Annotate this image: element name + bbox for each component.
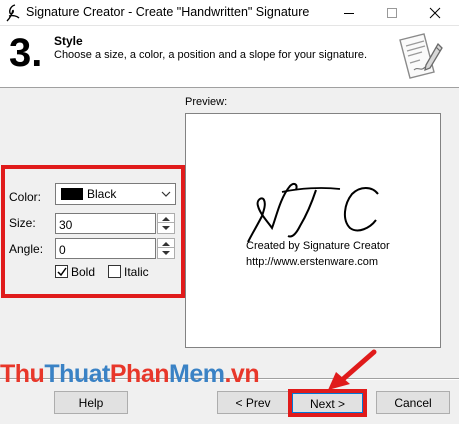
maximize-button[interactable] xyxy=(370,0,414,26)
credit-line-1: Created by Signature Creator xyxy=(246,240,390,252)
settings-highlight-box xyxy=(1,165,185,298)
close-icon xyxy=(429,7,441,19)
prev-button[interactable]: < Prev xyxy=(217,391,289,414)
cancel-button[interactable]: Cancel xyxy=(376,391,450,414)
credit-line-2: http://www.erstenware.com xyxy=(246,256,379,268)
red-arrow-icon xyxy=(328,349,377,390)
maximize-icon xyxy=(387,8,397,18)
window-title: Signature Creator - Create "Handwritten"… xyxy=(26,5,310,19)
wizard-header: 3. Style Choose a size, a color, a posit… xyxy=(0,26,459,88)
preview-label: Preview: xyxy=(185,96,228,108)
step-description: Choose a size, a color, a position and a… xyxy=(54,49,368,61)
minimize-button[interactable] xyxy=(327,0,371,26)
document-pen-icon xyxy=(399,33,443,79)
help-button[interactable]: Help xyxy=(54,391,128,414)
close-button[interactable] xyxy=(413,0,457,26)
title-bar[interactable]: Signature Creator - Create "Handwritten"… xyxy=(0,0,459,26)
minimize-icon xyxy=(344,13,354,14)
step-title: Style xyxy=(54,34,83,48)
step-number: 3. xyxy=(9,31,43,75)
watermark-logo: ThuThuatPhanMem.vn xyxy=(0,360,260,388)
preview-pane: Created by Signature Creator http://www.… xyxy=(185,113,441,348)
signature-app-icon xyxy=(6,4,20,22)
